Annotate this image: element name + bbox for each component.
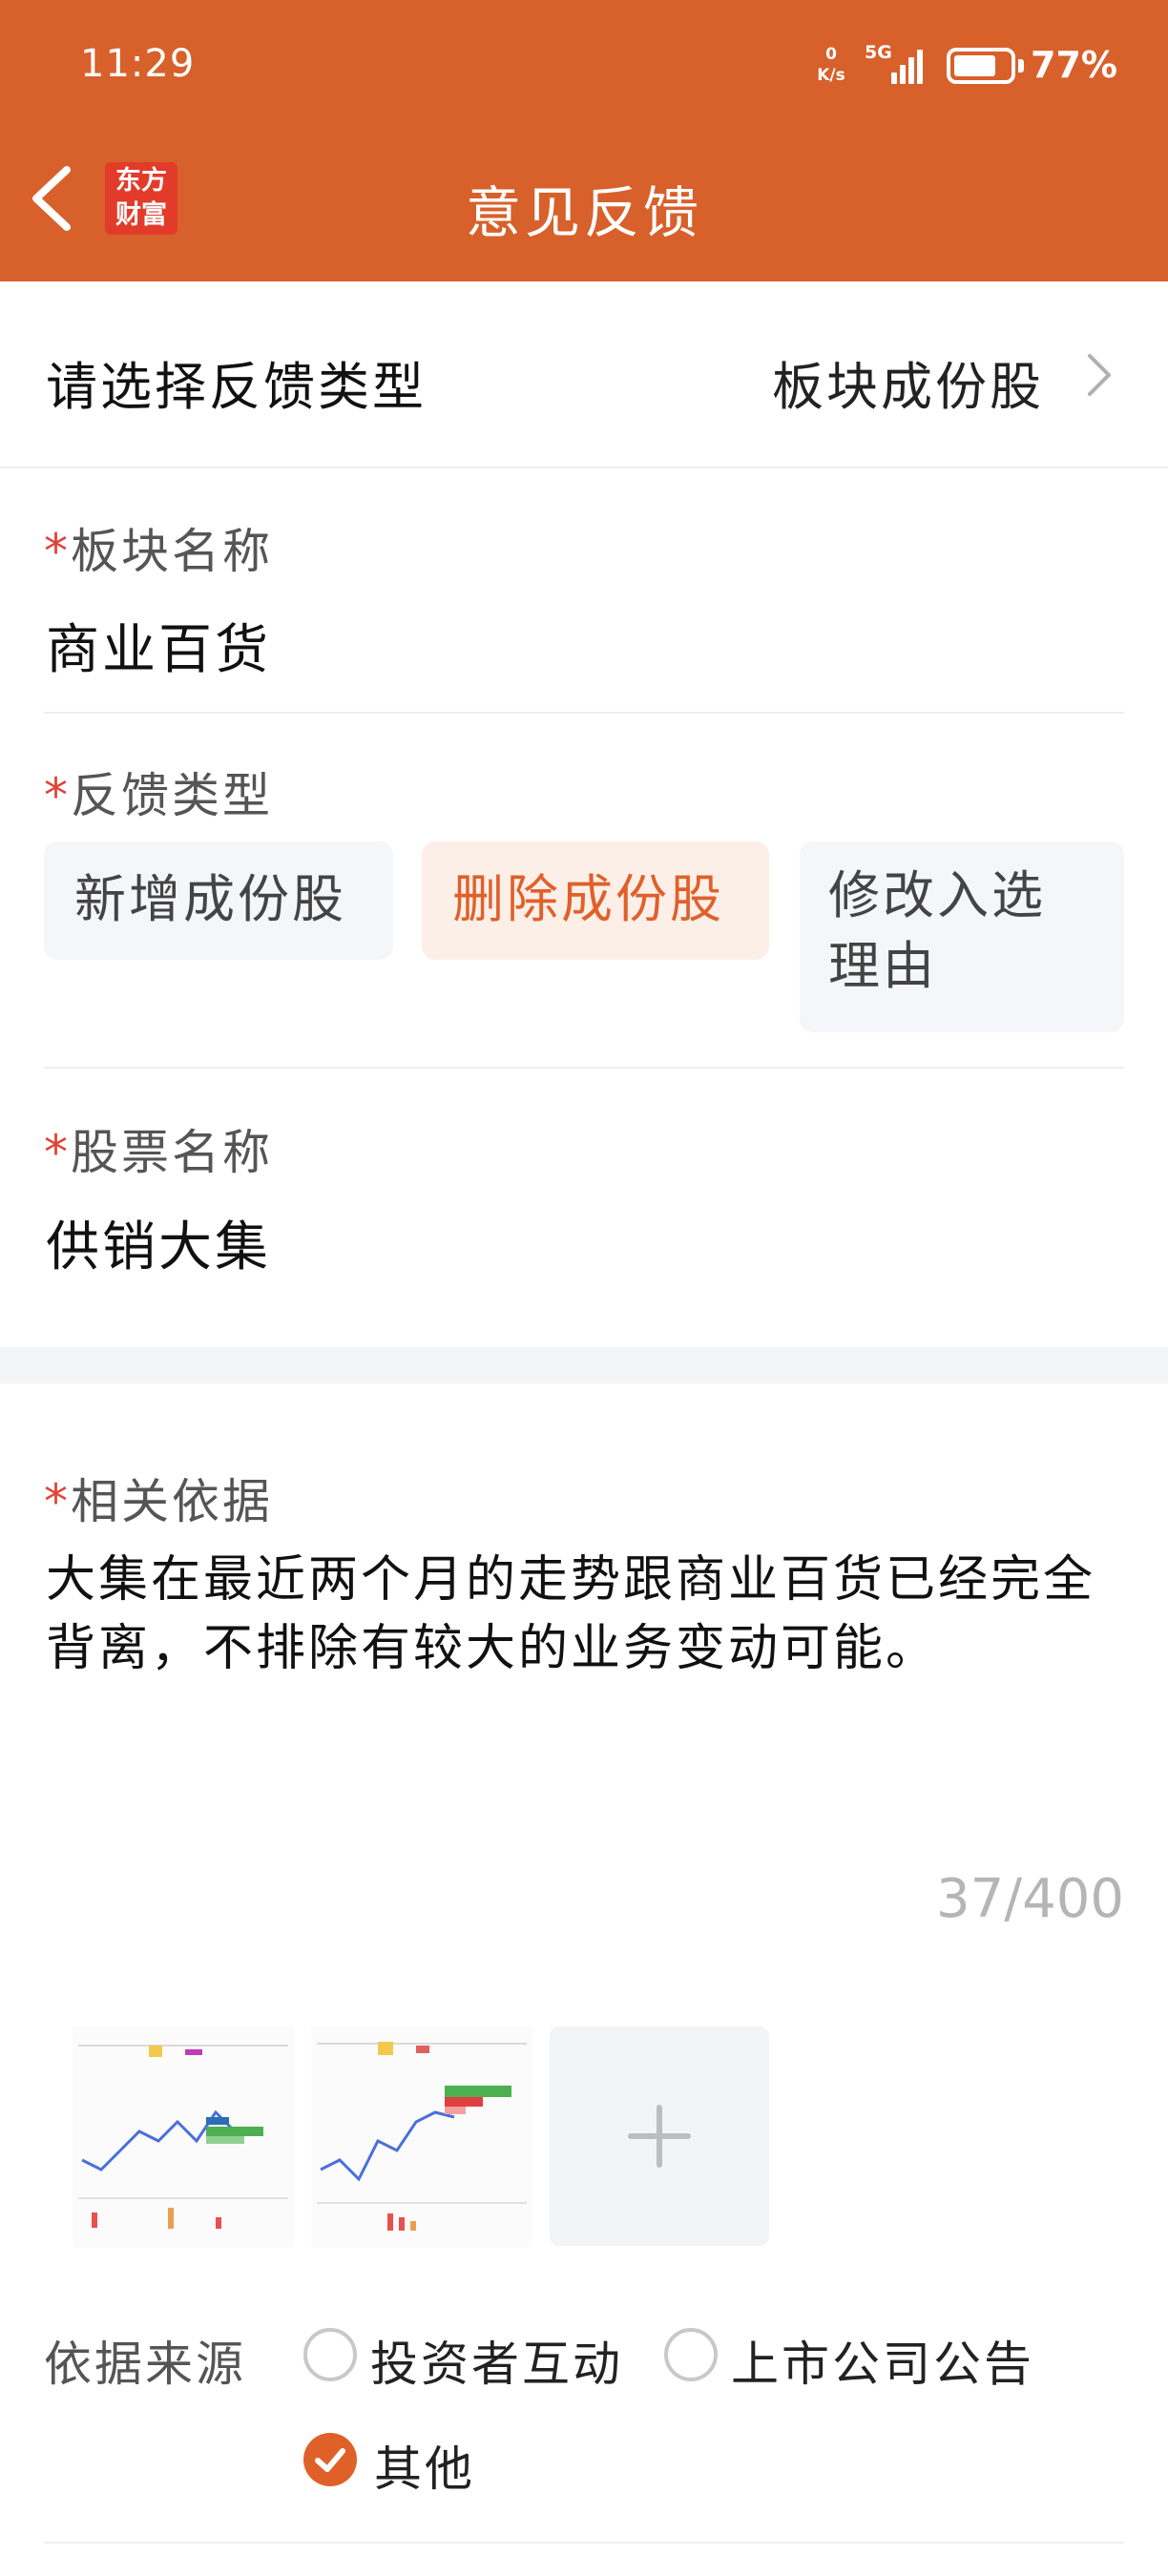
divider <box>44 2542 1124 2544</box>
feedback-kind-label: *反馈类型 <box>44 768 273 823</box>
feedback-type-label: 请选择反馈类型 <box>46 357 427 417</box>
signal-icon <box>891 46 929 84</box>
add-photo-button[interactable] <box>550 2026 769 2246</box>
status-time: 11:29 <box>80 42 196 86</box>
section-separator <box>0 1347 1168 1383</box>
radio-other[interactable] <box>303 2433 357 2486</box>
radio-label[interactable]: 投资者互动 <box>370 2326 623 2395</box>
chevron-right-icon <box>1088 354 1111 396</box>
divider <box>44 712 1124 714</box>
checkmark-icon <box>315 2448 345 2472</box>
battery-percent: 77% <box>1031 44 1117 86</box>
stock-name-label: *股票名称 <box>44 1125 273 1180</box>
plus-icon <box>628 2105 691 2168</box>
chip-modify-reason[interactable]: 修改入选理由 <box>800 841 1124 1032</box>
chart-thumbnail-icon <box>73 2026 294 2248</box>
radio-label[interactable]: 其他 <box>374 2431 475 2500</box>
app-header: 11:29 0 K/s 5G 77% 东方 财富 意见反馈 <box>0 0 1168 281</box>
chart-thumbnail-icon <box>311 2026 532 2248</box>
network-speed: 0 K/s <box>817 45 845 85</box>
sector-name-value[interactable]: 商业百货 <box>46 607 271 684</box>
sector-name-label: *板块名称 <box>44 524 273 579</box>
attachment-thumbnail[interactable] <box>311 2026 532 2248</box>
battery-icon <box>947 48 1015 84</box>
radio-company-announcement[interactable] <box>664 2328 718 2381</box>
feedback-type-selector[interactable]: 请选择反馈类型 板块成份股 <box>0 281 1168 468</box>
attachment-thumbnail[interactable] <box>73 2026 294 2248</box>
radio-label[interactable]: 上市公司公告 <box>731 2326 1034 2395</box>
radio-investor-interaction[interactable] <box>303 2328 357 2381</box>
char-count: 37/400 <box>935 1868 1124 1930</box>
page-title: 意见反馈 <box>465 180 702 245</box>
chip-add-constituent[interactable]: 新增成份股 <box>44 841 393 960</box>
chip-delete-constituent[interactable]: 删除成份股 <box>422 841 769 960</box>
feedback-type-value: 板块成份股 <box>772 357 1044 417</box>
battery-tip <box>1018 59 1024 73</box>
divider <box>44 1067 1124 1069</box>
basis-label: *相关依据 <box>44 1474 273 1529</box>
source-label: 依据来源 <box>44 2337 246 2392</box>
network-type: 5G <box>865 42 892 63</box>
basis-textarea[interactable]: 大集在最近两个月的走势跟商业百货已经完全背离，不排除有较大的业务变动可能。 <box>46 1546 1134 1683</box>
stock-name-value[interactable]: 供销大集 <box>46 1204 271 1281</box>
